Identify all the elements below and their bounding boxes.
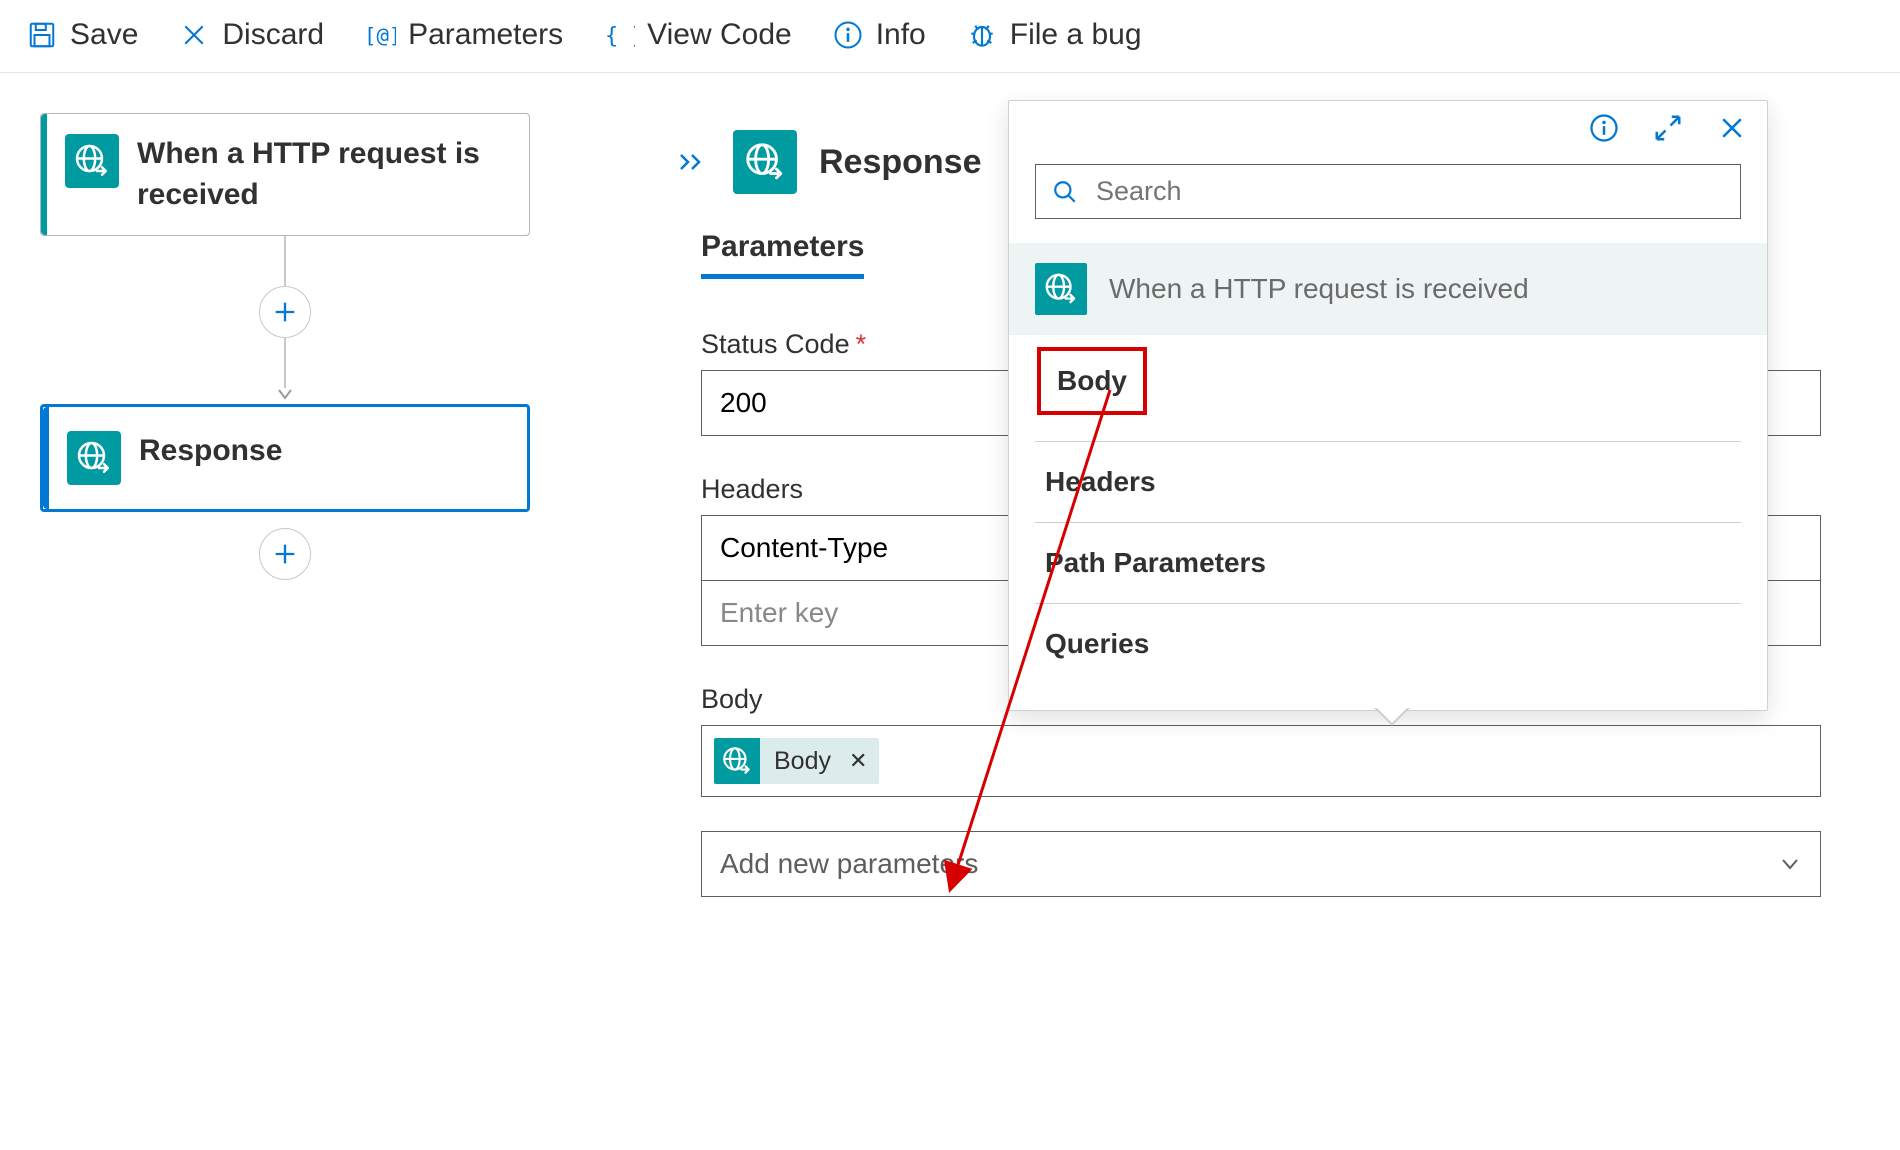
expand-icon[interactable] [1653,113,1683,150]
save-button[interactable]: Save [26,18,138,52]
bug-icon [966,19,998,51]
file-bug-label: File a bug [1010,18,1142,52]
popup-search-input[interactable] [1094,175,1724,208]
panel-title: Response [819,143,982,182]
action-title: Response [139,431,282,472]
popup-caret [1374,708,1410,726]
http-request-icon [65,134,119,188]
popup-item-body[interactable]: Body [1039,349,1145,413]
dynamic-content-popup: When a HTTP request is received Body Hea… [1008,100,1768,711]
view-code-label: View Code [647,18,792,52]
save-icon [26,19,58,51]
trigger-title: When a HTTP request is received [137,134,505,215]
collapse-panel-button[interactable] [675,146,711,178]
parameters-button[interactable]: [@] Parameters [364,18,563,52]
action-card-response[interactable]: Response [40,404,530,512]
arrow-down-icon [275,384,295,404]
info-label: Info [876,18,926,52]
http-request-icon [1035,263,1087,315]
search-icon [1052,179,1078,205]
file-bug-button[interactable]: File a bug [966,18,1142,52]
close-icon [178,19,210,51]
parameters-label: Parameters [408,18,563,52]
add-new-parameters-label: Add new parameters [720,848,978,880]
popup-search[interactable] [1035,164,1741,219]
connector [40,236,530,404]
toolbar: Save Discard [@] Parameters { } View Cod… [0,0,1900,73]
trigger-card[interactable]: When a HTTP request is received [40,113,530,236]
add-step-button-bottom[interactable] [259,528,311,580]
close-icon[interactable] [1717,113,1747,150]
popup-section-head: When a HTTP request is received [1009,243,1767,335]
body-token-chip[interactable]: Body ✕ [714,738,879,784]
svg-text:[@]: [@] [364,24,396,48]
tab-parameters[interactable]: Parameters [701,230,864,279]
popup-item-headers[interactable]: Headers [1035,442,1741,523]
body-input[interactable]: Body ✕ [701,725,1821,797]
svg-text:{ }: { } [605,24,635,49]
info-icon[interactable] [1589,113,1619,150]
info-button[interactable]: Info [832,18,926,52]
info-icon [832,19,864,51]
http-request-icon [714,738,760,784]
discard-label: Discard [222,18,324,52]
braces-icon: { } [603,19,635,51]
chip-remove-button[interactable]: ✕ [845,740,879,782]
parameters-icon: [@] [364,19,396,51]
popup-item-path-parameters[interactable]: Path Parameters [1035,523,1741,604]
http-response-icon [67,431,121,485]
popup-item-queries[interactable]: Queries [1035,604,1741,684]
http-response-icon [733,130,797,194]
required-asterisk: * [856,329,867,360]
popup-section-title: When a HTTP request is received [1109,273,1529,305]
add-step-button[interactable] [259,286,311,338]
connector-bottom [40,512,530,578]
discard-button[interactable]: Discard [178,18,324,52]
chip-label: Body [760,739,845,784]
chevron-down-icon [1778,852,1802,876]
save-label: Save [70,18,138,52]
view-code-button[interactable]: { } View Code [603,18,792,52]
popup-list: Body Headers Path Parameters Queries [1009,335,1767,710]
add-new-parameters-dropdown[interactable]: Add new parameters [701,831,1821,897]
